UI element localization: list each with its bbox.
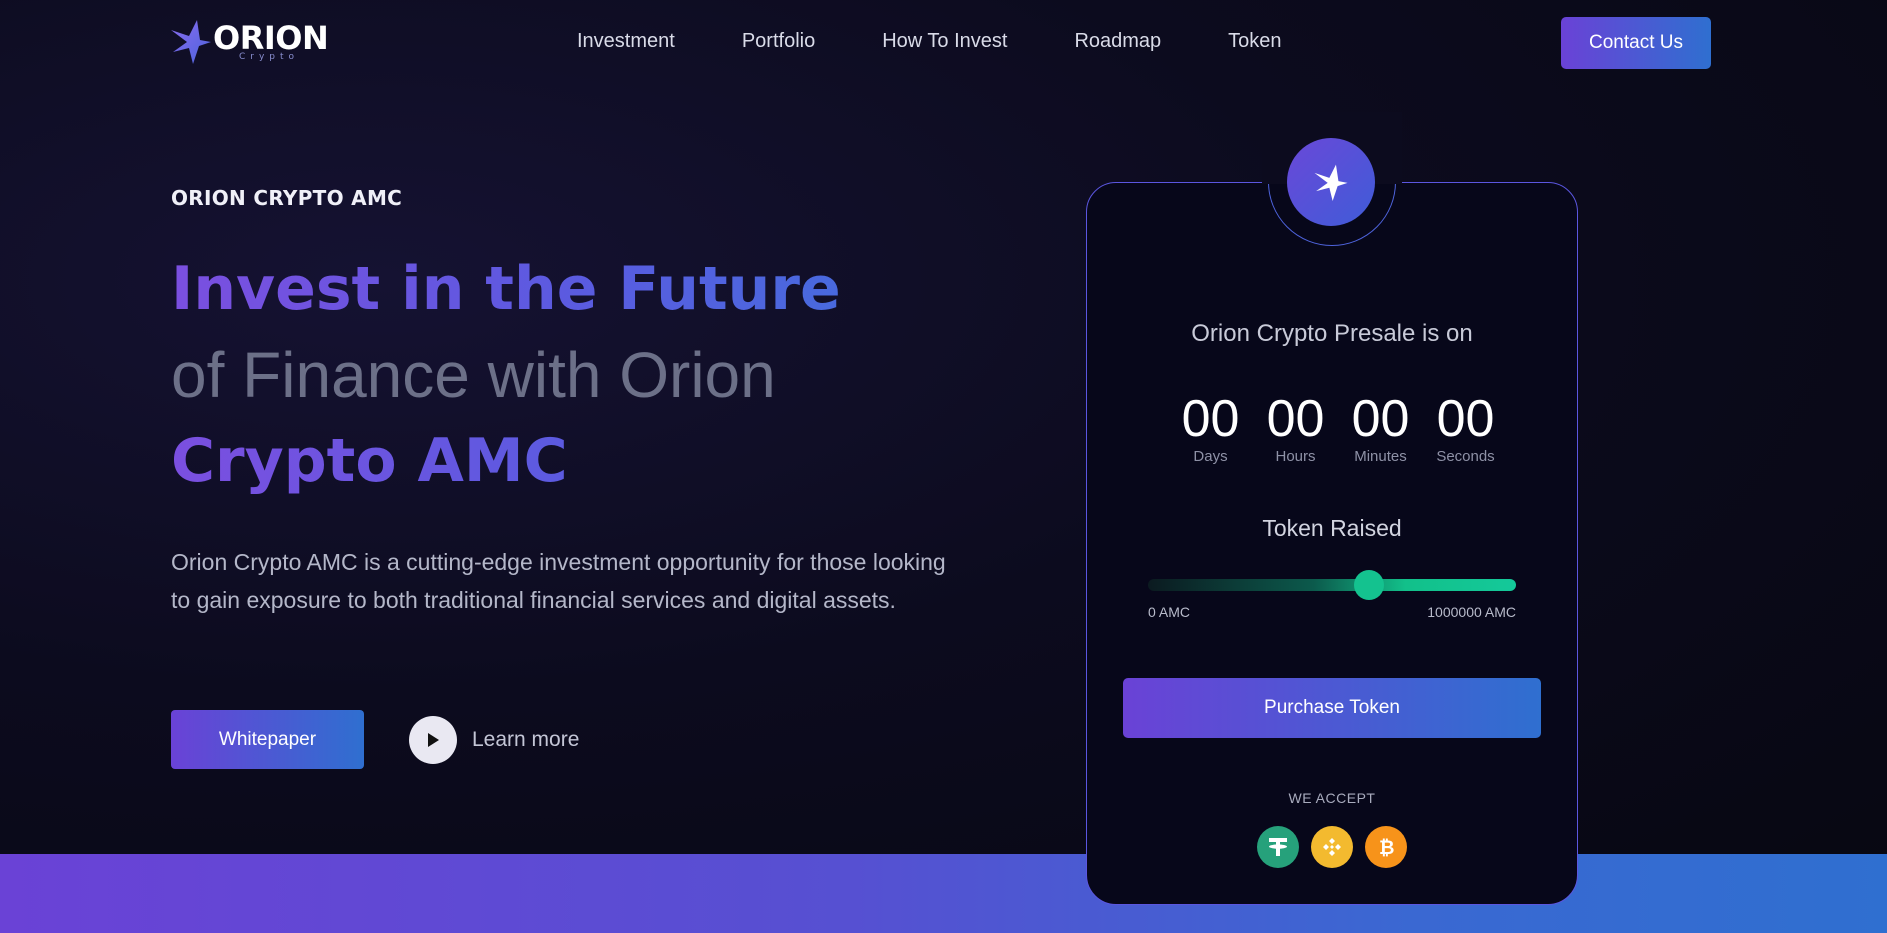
learn-more-link[interactable]: Learn more <box>409 716 579 764</box>
countdown-label: Minutes <box>1354 448 1407 465</box>
token-raised-progress <box>1148 570 1516 600</box>
countdown-hours: 00 Hours <box>1253 390 1338 465</box>
range-min-label: 0 AMC <box>1148 604 1191 620</box>
logo-subtitle: Crypto <box>239 52 300 62</box>
hero-description: Orion Crypto AMC is a cutting-edge inves… <box>171 549 946 613</box>
nav-link-roadmap[interactable]: Roadmap <box>1074 30 1161 53</box>
nav-links: Investment Portfolio How To Invest Roadm… <box>577 30 1349 53</box>
bottom-gradient-band <box>0 854 1887 933</box>
progress-thumb <box>1353 570 1384 600</box>
countdown-label: Hours <box>1275 448 1316 465</box>
presale-title: Orion Crypto Presale is on <box>1191 320 1473 347</box>
range-max-label: 1000000 AMC <box>1427 604 1516 620</box>
countdown-label: Days <box>1193 448 1228 465</box>
countdown-label: Seconds <box>1436 448 1495 465</box>
countdown-minutes: 00 Minutes <box>1338 390 1423 465</box>
purchase-token-button[interactable]: Purchase Token <box>1123 678 1541 738</box>
countdown-value: 00 <box>1436 390 1495 448</box>
nav-link-portfolio[interactable]: Portfolio <box>742 30 815 53</box>
accepted-coins: ₿ <box>1257 826 1407 868</box>
headline-line-3: Crypto AMC <box>171 418 991 504</box>
hero-eyebrow: ORION CRYPTO AMC <box>171 186 403 210</box>
nav-link-how-to-invest[interactable]: How To Invest <box>882 30 1007 53</box>
star-logo-icon <box>171 20 211 64</box>
headline-line-1: Invest in the Future <box>171 246 991 332</box>
learn-more-label: Learn more <box>472 728 580 751</box>
countdown-seconds: 00 Seconds <box>1423 390 1508 465</box>
nav-link-token[interactable]: Token <box>1228 30 1281 53</box>
headline-line-2: of Finance with Orion <box>171 339 776 411</box>
countdown-timer: 00 Days 00 Hours 00 Minutes 00 Seconds <box>1168 390 1508 465</box>
nav-link-investment[interactable]: Investment <box>577 30 675 53</box>
we-accept-label: WE ACCEPT <box>1288 790 1376 806</box>
token-raised-title: Token Raised <box>1262 515 1402 541</box>
contact-us-button[interactable]: Contact Us <box>1561 17 1711 69</box>
countdown-value: 00 <box>1351 390 1410 448</box>
top-navigation: ORION Crypto Investment Portfolio How To… <box>0 0 1887 86</box>
hero-headline: Invest in the Future of Finance with Ori… <box>171 246 991 504</box>
tether-icon <box>1257 826 1299 868</box>
countdown-value: 00 <box>1181 390 1240 448</box>
countdown-days: 00 Days <box>1168 390 1253 465</box>
logo[interactable]: ORION Crypto <box>171 18 329 66</box>
bnb-icon <box>1311 826 1353 868</box>
bitcoin-icon: ₿ <box>1365 826 1407 868</box>
star-badge-icon <box>1287 138 1375 226</box>
whitepaper-button[interactable]: Whitepaper <box>171 710 364 769</box>
play-icon[interactable] <box>409 716 457 764</box>
countdown-value: 00 <box>1266 390 1325 448</box>
svg-text:₿: ₿ <box>1379 837 1394 859</box>
logo-word: ORION <box>213 19 329 57</box>
